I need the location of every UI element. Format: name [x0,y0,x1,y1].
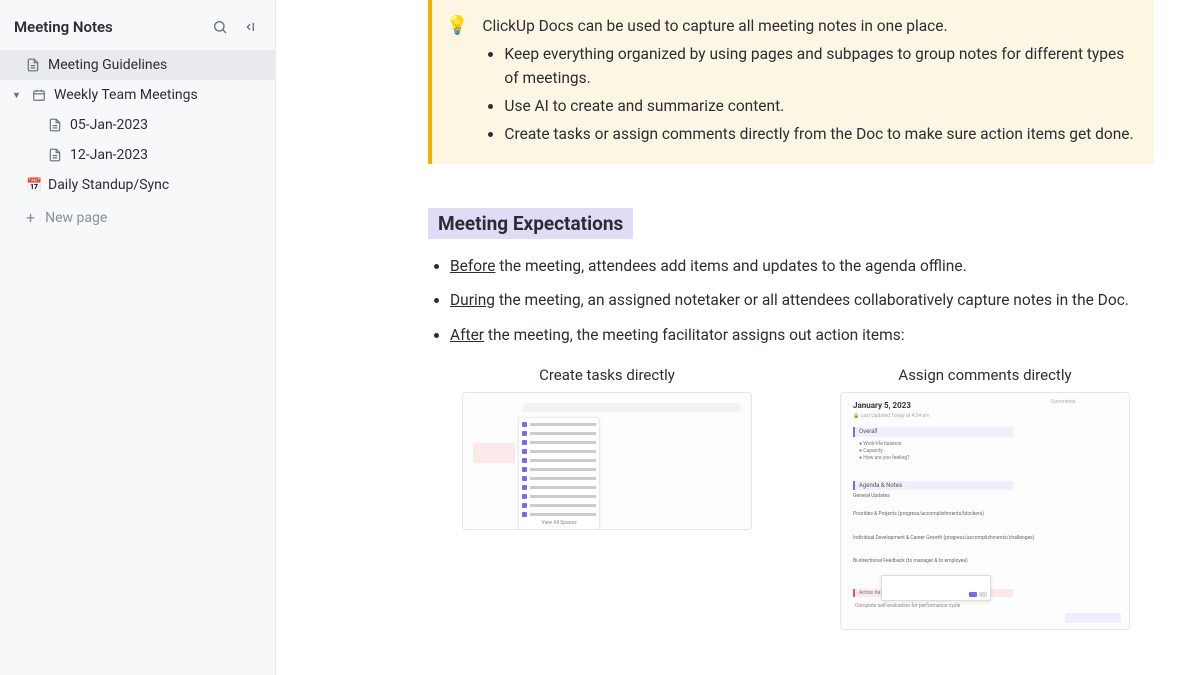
new-page-button[interactable]: + New page [0,200,275,235]
callout-body: ClickUp Docs can be used to capture all … [482,14,1136,150]
callout-bullet: Use AI to create and summarize content. [504,94,1136,118]
nav-item-guidelines[interactable]: Meeting Guidelines [0,50,275,80]
nav-label: Meeting Guidelines [48,57,167,73]
nav-label: 05-Jan-2023 [70,117,148,133]
callout-banner: 💡 ClickUp Docs can be used to capture al… [428,0,1154,164]
col-title: Assign comments directly [816,366,1154,384]
nav-item-05jan[interactable]: 05-Jan-2023 [0,110,275,140]
calendar-icon [32,88,46,102]
col-assign-comments: Assign comments directly January 5, 2023… [816,366,1154,630]
calendar-emoji-icon: 📅 [26,178,40,193]
thumbnail-create-tasks: View All Spaces [462,392,752,530]
nav-label: Weekly Team Meetings [54,87,198,103]
new-page-label: New page [45,210,107,226]
col-title: Create tasks directly [438,366,776,384]
collapse-sidebar-icon[interactable] [243,18,261,36]
doc-icon [26,58,40,72]
doc-icon [48,118,62,132]
sidebar: Meeting Notes Meeting Guidelines ▼ Weekl… [0,0,276,675]
list-item: After the meeting, the meeting facilitat… [450,322,1154,348]
sidebar-header: Meeting Notes [0,12,275,50]
section-title: Meeting Expectations [428,208,633,239]
doc-icon [48,148,62,162]
nav-label: 12-Jan-2023 [70,147,148,163]
lightbulb-icon: 💡 [446,15,468,150]
sidebar-actions [211,18,261,36]
nav-item-standup[interactable]: 📅 Daily Standup/Sync [0,170,275,200]
nav-label: Daily Standup/Sync [48,177,169,193]
list-item: Before the meeting, attendees add items … [450,253,1154,279]
nav-item-12jan[interactable]: 12-Jan-2023 [0,140,275,170]
sidebar-title: Meeting Notes [14,18,113,36]
main-content: 💡 ClickUp Docs can be used to capture al… [276,0,1200,675]
callout-bullet: Create tasks or assign comments directly… [504,122,1136,146]
callout-list: Keep everything organized by using pages… [504,42,1136,146]
search-icon[interactable] [211,18,229,36]
plus-icon: + [26,208,35,227]
callout-intro: ClickUp Docs can be used to capture all … [482,14,1136,38]
list-item: During the meeting, an assigned notetake… [450,287,1154,313]
two-column-thumbs: Create tasks directly View All Spaces As… [438,366,1154,630]
col-create-tasks: Create tasks directly View All Spaces [438,366,776,630]
thumbnail-assign-comments: January 5, 2023 🔒 Last Updated Today at … [840,392,1130,630]
nav-item-weekly[interactable]: ▼ Weekly Team Meetings [0,80,275,110]
callout-bullet: Keep everything organized by using pages… [504,42,1136,90]
section-expectations: Meeting Expectations Before the meeting,… [428,208,1154,630]
chevron-down-icon[interactable]: ▼ [12,90,22,101]
expectations-list: Before the meeting, attendees add items … [450,253,1154,348]
